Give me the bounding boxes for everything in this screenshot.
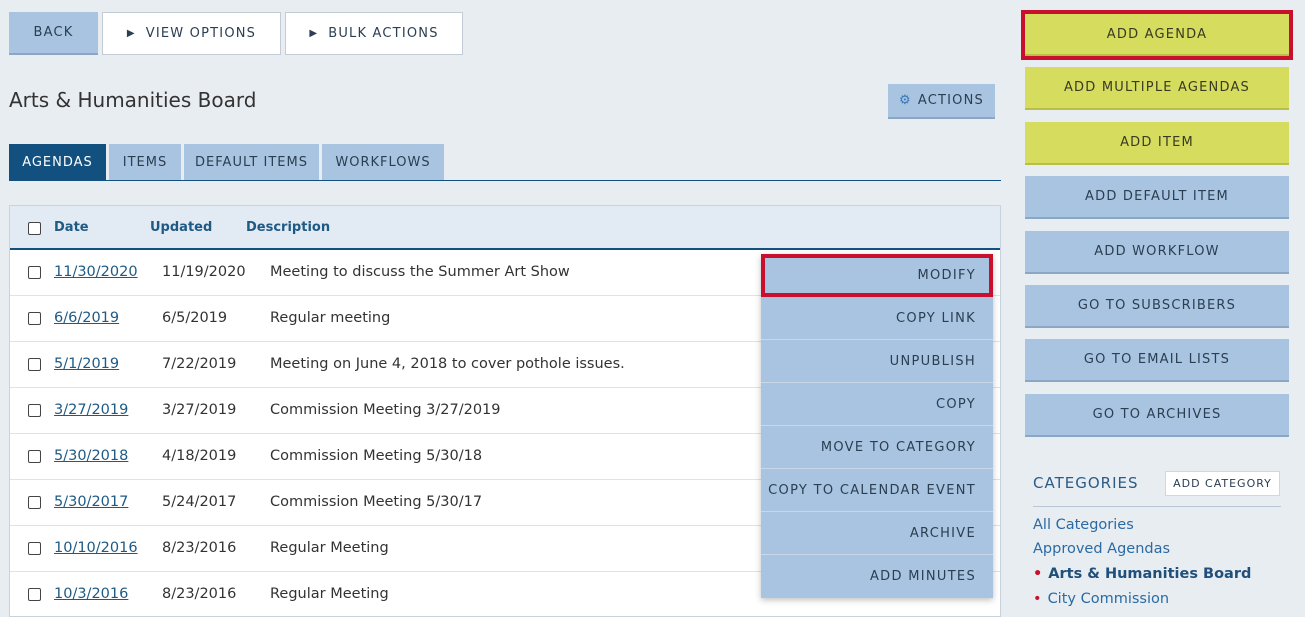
add-agenda-button[interactable]: ADD AGENDA (1021, 10, 1293, 60)
category-all[interactable]: All Categories (1033, 517, 1134, 533)
category-label: Arts & Humanities Board (1048, 566, 1252, 582)
triangle-right-icon: ▶ (309, 28, 319, 39)
category-approved-agendas[interactable]: Approved Agendas (1033, 541, 1170, 557)
menu-item-copy[interactable]: COPY (761, 383, 993, 426)
row-date-link[interactable]: 5/1/2019 (54, 356, 119, 372)
row-date-link[interactable]: 10/10/2016 (54, 540, 138, 556)
row-date-link[interactable]: 6/6/2019 (54, 310, 119, 326)
menu-item-add-minutes[interactable]: ADD MINUTES (761, 555, 993, 598)
select-all-checkbox[interactable] (28, 222, 41, 235)
gear-icon: ⚙ (899, 93, 912, 108)
category-city-commission[interactable]: • City Commission (1033, 591, 1169, 607)
row-date-link[interactable]: 11/30/2020 (54, 264, 138, 280)
triangle-right-icon: ▶ (126, 28, 136, 39)
row-updated: 5/24/2017 (162, 494, 237, 510)
category-arts-humanities-board[interactable]: • Arts & Humanities Board (1033, 566, 1251, 582)
row-description: Meeting to discuss the Summer Art Show (270, 264, 570, 280)
tab-items[interactable]: ITEMS (109, 144, 181, 180)
menu-item-unpublish[interactable]: UNPUBLISH (761, 340, 993, 383)
menu-item-modify[interactable]: MODIFY (761, 254, 993, 297)
actions-label: ACTIONS (917, 93, 984, 108)
view-options-label: VIEW OPTIONS (145, 26, 257, 41)
bullet-icon: • (1033, 591, 1042, 607)
tab-divider (9, 180, 1001, 181)
actions-button[interactable]: ⚙ ACTIONS (888, 84, 995, 119)
menu-item-archive[interactable]: ARCHIVE (761, 512, 993, 555)
row-description: Commission Meeting 5/30/18 (270, 448, 483, 464)
bulk-actions-button[interactable]: ▶ BULK ACTIONS (285, 12, 463, 55)
table-header: Date Updated Description (10, 206, 1000, 250)
row-checkbox[interactable] (28, 542, 41, 555)
menu-item-move-to-category[interactable]: MOVE TO CATEGORY (761, 426, 993, 469)
row-description: Meeting on June 4, 2018 to cover pothole… (270, 356, 625, 372)
row-checkbox[interactable] (28, 358, 41, 371)
row-checkbox[interactable] (28, 588, 41, 601)
tab-workflows[interactable]: WORKFLOWS (322, 144, 444, 180)
row-checkbox[interactable] (28, 404, 41, 417)
row-updated: 3/27/2019 (162, 402, 237, 418)
categories-heading: CATEGORIES (1033, 474, 1139, 492)
row-checkbox[interactable] (28, 450, 41, 463)
row-updated: 4/18/2019 (162, 448, 237, 464)
header-description[interactable]: Description (246, 220, 330, 235)
row-description: Commission Meeting 3/27/2019 (270, 402, 501, 418)
add-workflow-button[interactable]: ADD WORKFLOW (1025, 231, 1289, 274)
bullet-icon: • (1033, 566, 1043, 582)
row-date-link[interactable]: 10/3/2016 (54, 586, 128, 602)
bulk-actions-label: BULK ACTIONS (328, 26, 439, 41)
go-to-subscribers-button[interactable]: GO TO SUBSCRIBERS (1025, 285, 1289, 328)
page-title: Arts & Humanities Board (9, 88, 257, 112)
row-checkbox[interactable] (28, 266, 41, 279)
header-updated[interactable]: Updated (150, 220, 212, 235)
row-description: Regular Meeting (270, 586, 389, 602)
header-date[interactable]: Date (54, 220, 89, 235)
row-date-link[interactable]: 3/27/2019 (54, 402, 128, 418)
row-updated: 8/23/2016 (162, 586, 237, 602)
menu-item-copy-link[interactable]: COPY LINK (761, 297, 993, 340)
row-description: Regular meeting (270, 310, 391, 326)
back-button[interactable]: BACK (9, 12, 98, 55)
menu-item-copy-to-calendar-event[interactable]: COPY TO CALENDAR EVENT (761, 469, 993, 512)
row-checkbox[interactable] (28, 312, 41, 325)
categories-divider (1033, 506, 1281, 507)
add-category-button[interactable]: ADD CATEGORY (1165, 471, 1280, 496)
row-date-link[interactable]: 5/30/2018 (54, 448, 128, 464)
row-updated: 8/23/2016 (162, 540, 237, 556)
row-description: Commission Meeting 5/30/17 (270, 494, 483, 510)
go-to-archives-button[interactable]: GO TO ARCHIVES (1025, 394, 1289, 437)
row-actions-menu: MODIFY COPY LINK UNPUBLISH COPY MOVE TO … (761, 254, 993, 598)
tab-agendas[interactable]: AGENDAS (9, 144, 106, 180)
add-multiple-agendas-button[interactable]: ADD MULTIPLE AGENDAS (1025, 67, 1289, 110)
category-label: City Commission (1047, 591, 1170, 607)
add-default-item-button[interactable]: ADD DEFAULT ITEM (1025, 176, 1289, 219)
tab-default-items[interactable]: DEFAULT ITEMS (184, 144, 319, 180)
row-date-link[interactable]: 5/30/2017 (54, 494, 128, 510)
row-description: Regular Meeting (270, 540, 389, 556)
view-options-button[interactable]: ▶ VIEW OPTIONS (102, 12, 281, 55)
row-updated: 7/22/2019 (162, 356, 237, 372)
row-updated: 11/19/2020 (162, 264, 246, 280)
go-to-email-lists-button[interactable]: GO TO EMAIL LISTS (1025, 339, 1289, 382)
add-item-button[interactable]: ADD ITEM (1025, 122, 1289, 165)
row-checkbox[interactable] (28, 496, 41, 509)
back-button-label: BACK (33, 25, 74, 40)
row-updated: 6/5/2019 (162, 310, 228, 326)
